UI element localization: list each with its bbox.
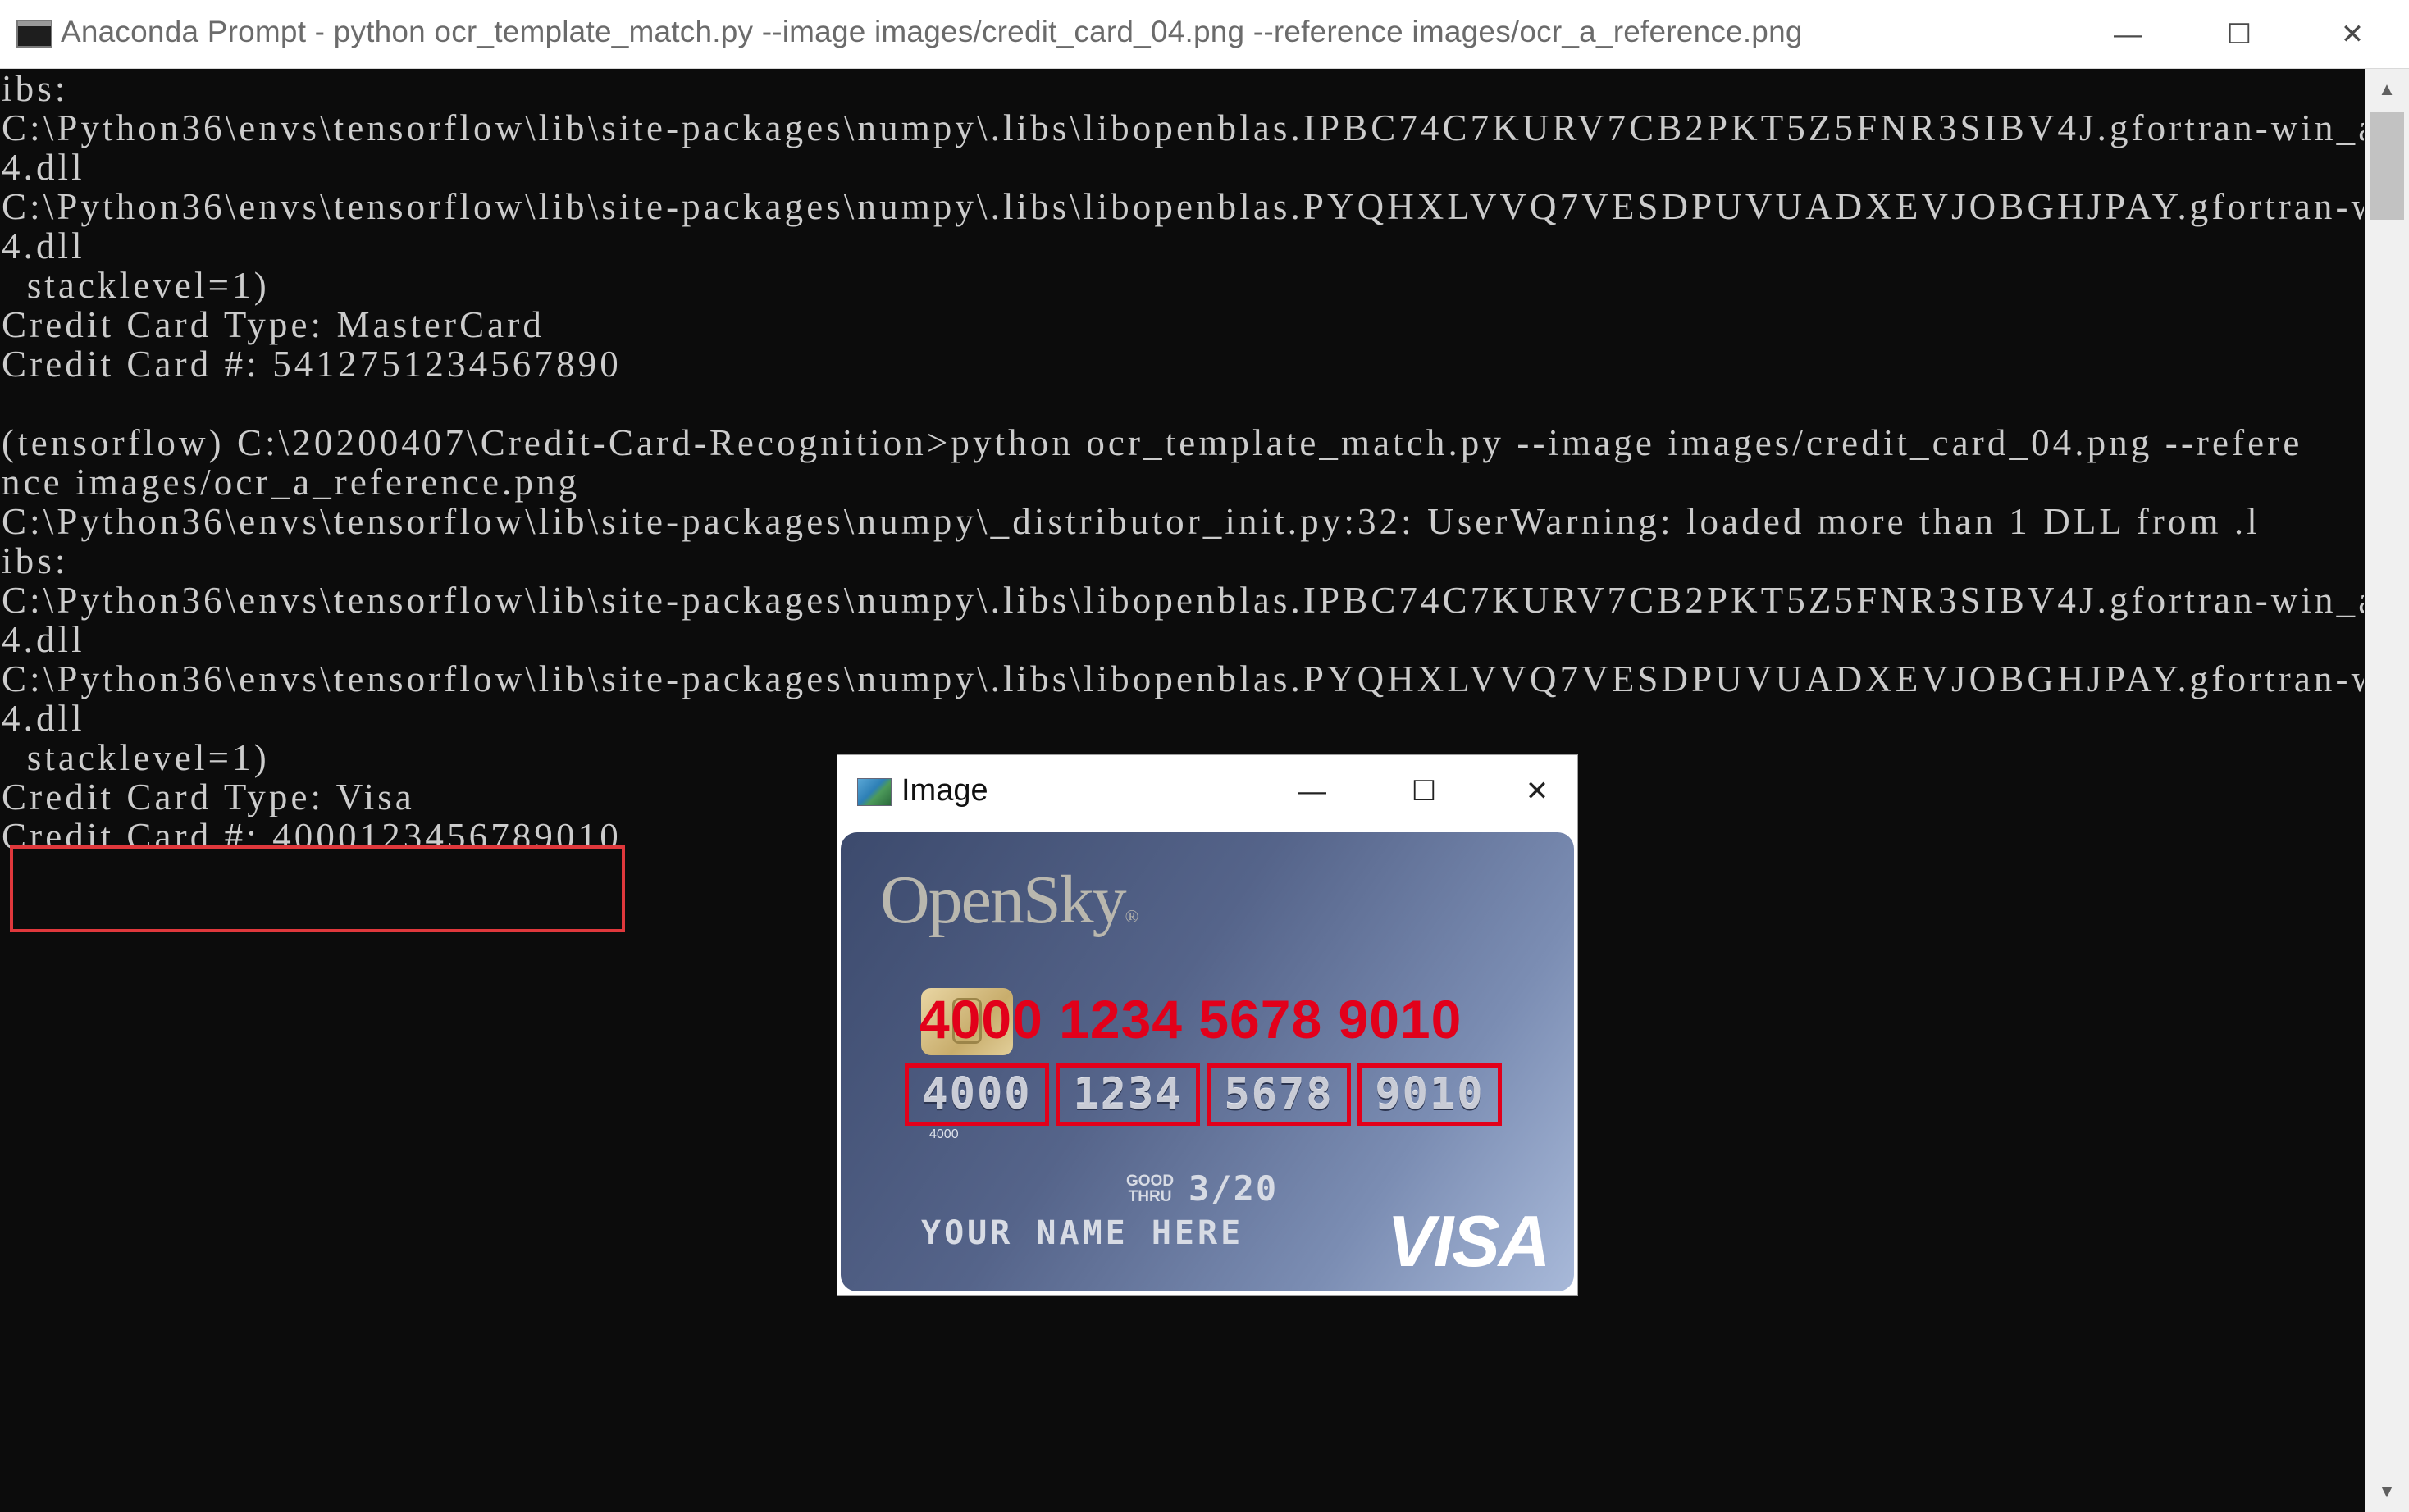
image-minimize-button[interactable]: —: [1284, 767, 1341, 816]
cardholder-name: YOUR NAME HERE: [921, 1214, 1244, 1252]
image-window[interactable]: Image — ☐ ✕ OpenSky® 4000 1234 5678 9010…: [837, 754, 1578, 1296]
card-small-number: 4000: [929, 1127, 959, 1141]
console-line: C:\Python36\envs\tensorflow\lib\site-pac…: [2, 107, 2364, 148]
scroll-down-arrow-icon[interactable]: ▼: [2365, 1471, 2409, 1512]
console-line: stacklevel=1): [2, 265, 270, 306]
console-line: C:\Python36\envs\tensorflow\lib\site-pac…: [2, 501, 2261, 542]
terminal-icon: [16, 20, 52, 48]
console-line: C:\Python36\envs\tensorflow\lib\site-pac…: [2, 186, 2364, 227]
console-line: 4.dll: [2, 147, 85, 188]
scroll-thumb[interactable]: [2370, 112, 2404, 220]
console-line: C:\Python36\envs\tensorflow\lib\site-pac…: [2, 658, 2364, 699]
scroll-up-arrow-icon[interactable]: ▲: [2365, 69, 2409, 110]
console-line: ibs:: [2, 540, 69, 581]
expiry-date: 3/20: [1189, 1168, 1279, 1209]
digit-group-box: 4000: [905, 1063, 1049, 1126]
image-window-title: Image: [901, 773, 988, 808]
credit-card-image: OpenSky® 4000 1234 5678 9010 4000 1234 5…: [841, 832, 1574, 1291]
vertical-scrollbar[interactable]: ▲ ▼: [2365, 69, 2409, 1512]
console-line: 4.dll: [2, 619, 85, 660]
image-window-titlebar[interactable]: Image — ☐ ✕: [837, 755, 1577, 831]
digit-group-box: 1234: [1056, 1063, 1200, 1126]
close-button[interactable]: ✕: [2297, 0, 2408, 69]
issuer-logo: OpenSky®: [880, 860, 1139, 940]
console-line: 4.dll: [2, 698, 85, 739]
visa-logo: VISA: [1387, 1200, 1550, 1282]
console-line: stacklevel=1): [2, 737, 270, 778]
registered-mark: ®: [1125, 906, 1139, 927]
digit-group-box: 5678: [1207, 1063, 1351, 1126]
window-title: Anaconda Prompt - python ocr_template_ma…: [61, 15, 1803, 48]
minimize-button[interactable]: —: [2072, 0, 2183, 69]
console-titlebar[interactable]: Anaconda Prompt - python ocr_template_ma…: [0, 0, 2409, 69]
digit-group-box: 9010: [1357, 1063, 1502, 1126]
maximize-button[interactable]: ☐: [2183, 0, 2295, 69]
image-app-icon: [857, 778, 892, 806]
image-maximize-button[interactable]: ☐: [1395, 767, 1453, 816]
console-line: Credit Card Type: MasterCard: [2, 304, 545, 345]
good-thru-label: GOOD THRU: [1126, 1173, 1175, 1205]
console-line: ibs:: [2, 69, 69, 109]
console-line-result-type: Credit Card Type: Visa: [2, 776, 415, 817]
result-highlight-box: [10, 845, 625, 932]
console-line: nce images/ocr_a_reference.png: [2, 462, 581, 503]
console-line: (tensorflow) C:\20200407\Credit-Card-Rec…: [2, 422, 2303, 463]
ocr-result-text: 4000 1234 5678 9010: [919, 989, 1462, 1050]
image-close-button[interactable]: ✕: [1508, 767, 1566, 816]
console-line: Credit Card #: 5412751234567890: [2, 344, 622, 385]
issuer-name: OpenSky: [880, 862, 1127, 938]
console-line: C:\Python36\envs\tensorflow\lib\site-pac…: [2, 580, 2364, 621]
console-line: 4.dll: [2, 225, 85, 266]
